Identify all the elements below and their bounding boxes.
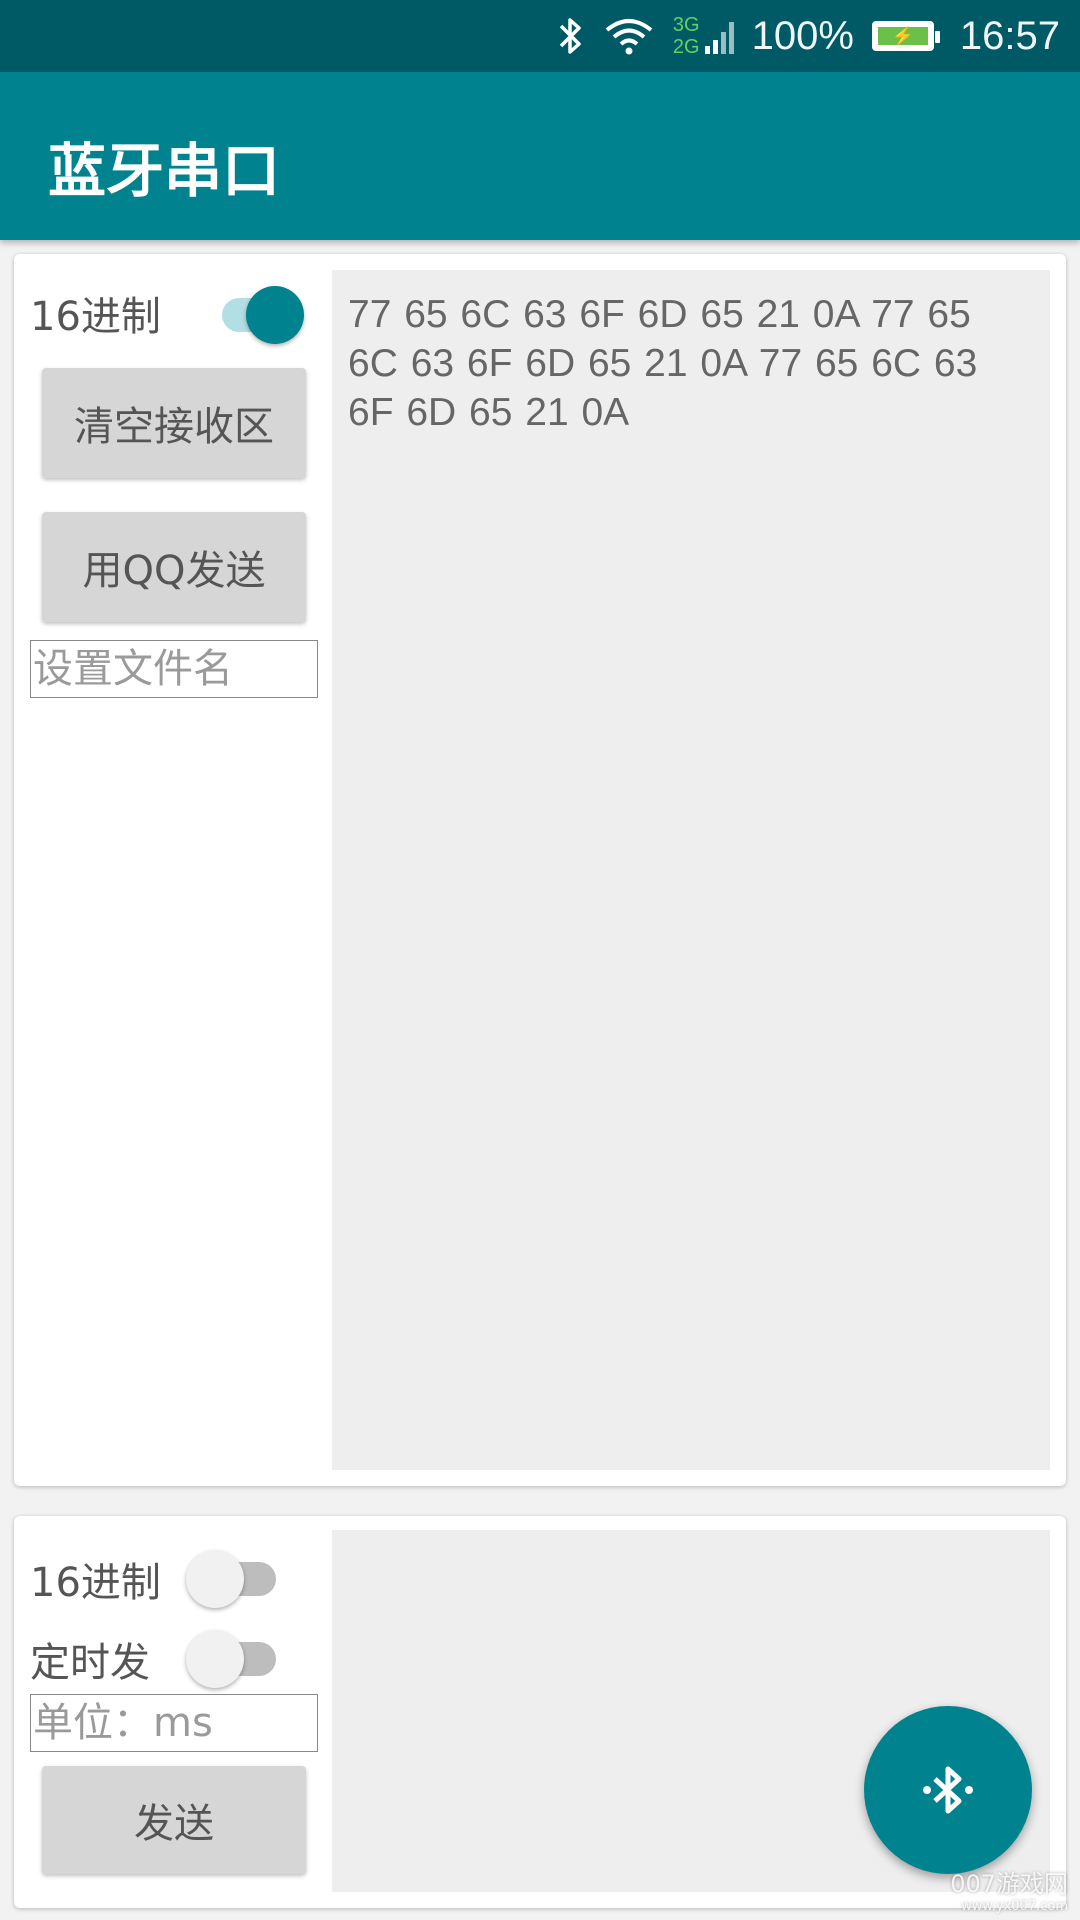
receive-hex-label: 16进制 (30, 294, 161, 340)
receive-panel: 16进制 清空接收区 用QQ发送 77 65 6C 63 6F 6D 65 21… (14, 254, 1066, 1486)
wifi-icon (603, 16, 655, 56)
network-type-top: 3G (672, 14, 700, 36)
receive-area[interactable]: 77 65 6C 63 6F 6D 65 21 0A 77 65 6C 63 6… (332, 270, 1050, 1470)
battery-percent: 100% (751, 13, 854, 58)
send-button[interactable]: 发送 (42, 1766, 306, 1874)
send-hex-switch[interactable] (186, 1544, 286, 1608)
bluetooth-icon (555, 16, 585, 56)
signal-icon (704, 22, 734, 54)
bluetooth-scan-icon (923, 1766, 973, 1814)
network-type: 3G 2G (673, 14, 700, 58)
received-data-text: 77 65 6C 63 6F 6D 65 21 0A 77 65 6C 63 6… (348, 293, 978, 434)
watermark: 007游戏网 www.yx007.com (950, 1864, 1068, 1914)
timer-switch[interactable] (186, 1624, 286, 1688)
receive-hex-switch[interactable] (208, 280, 308, 344)
app-bar: 蓝牙串口 (0, 72, 1080, 240)
send-hex-label: 16进制 (30, 1560, 161, 1606)
status-bar: 3G 2G 100% ⚡ 16:57 (0, 0, 1080, 72)
signal-indicator: 3G 2G (673, 14, 734, 58)
interval-input[interactable] (30, 1694, 318, 1752)
watermark-url: www.yx007.com (961, 1899, 1068, 1914)
timer-label: 定时发 (30, 1640, 150, 1686)
filename-input[interactable] (30, 640, 318, 698)
app-title: 蓝牙串口 (48, 137, 281, 205)
send-via-qq-button[interactable]: 用QQ发送 (42, 512, 306, 622)
bluetooth-connect-fab[interactable] (864, 1706, 1032, 1874)
clock: 16:57 (959, 13, 1060, 58)
watermark-main: 007游戏网 (950, 1870, 1068, 1898)
battery-icon: ⚡ (871, 21, 940, 51)
network-type-bottom: 2G (672, 36, 700, 58)
clear-receive-button[interactable]: 清空接收区 (42, 368, 306, 478)
